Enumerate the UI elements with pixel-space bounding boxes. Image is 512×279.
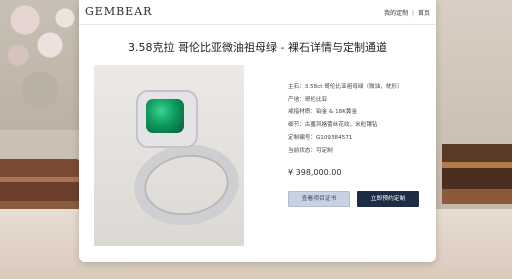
spec-details: 细节：古董风格蕾丝花纹，米粒镶钻 bbox=[288, 122, 378, 129]
background-books-right bbox=[442, 144, 512, 204]
ring-band-graphic bbox=[128, 138, 245, 232]
background-flowers bbox=[0, 0, 80, 130]
nav-my-custom[interactable]: 我的定制 bbox=[384, 10, 408, 17]
spec-material: 戒指材质：铂金 & 18K黄金 bbox=[288, 109, 358, 116]
nav-home[interactable]: 首页 bbox=[418, 10, 430, 17]
nav-separator: | bbox=[412, 10, 415, 17]
top-nav: 我的定制 | 首页 bbox=[384, 8, 430, 17]
product-price: ¥ 398,000.00 bbox=[288, 168, 342, 177]
product-panel: GEMBEAR 我的定制 | 首页 3.58克拉 哥伦比亚微油祖母绿 - 裸石详… bbox=[79, 0, 436, 262]
spec-main-stone: 主石：3.58ct 哥伦比亚祖母绿（微油，枕形） bbox=[288, 84, 403, 90]
spec-custom-id: 定制编号：G109384571 bbox=[288, 134, 353, 141]
spec-status: 当前状态：可定制 bbox=[288, 147, 333, 154]
brand-logo[interactable]: GEMBEAR bbox=[85, 5, 152, 18]
emerald-stone-graphic bbox=[146, 99, 184, 133]
view-certificate-button[interactable]: 查看项目证书 bbox=[288, 191, 350, 207]
spec-origin: 产地：哥伦比亚 bbox=[288, 96, 328, 103]
top-bar: GEMBEAR 我的定制 | 首页 bbox=[79, 0, 436, 25]
product-photo bbox=[94, 65, 245, 246]
book-custom-button[interactable]: 立即预约定制 bbox=[357, 191, 419, 207]
page-title: 3.58克拉 哥伦比亚微油祖母绿 - 裸石详情与定制通道 bbox=[128, 41, 387, 54]
spec-list: 主石：3.58ct 哥伦比亚祖母绿（微油，枕形） 产地：哥伦比亚 戒指材质：铂金… bbox=[288, 81, 403, 157]
